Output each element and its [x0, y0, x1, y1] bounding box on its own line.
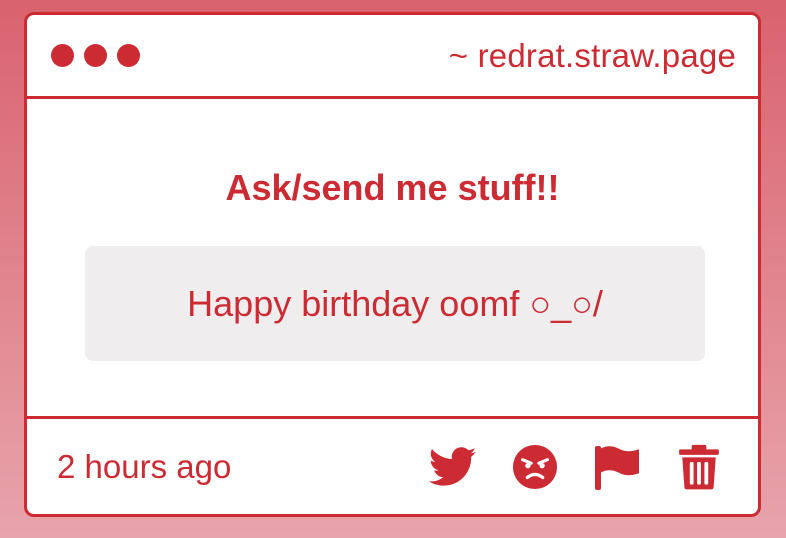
timestamp: 2 hours ago [57, 447, 232, 485]
message-text: Happy birthday oomf ○_○/ [187, 282, 603, 324]
title-bar: ~ redrat.straw.page [27, 15, 758, 99]
window-dot [51, 44, 74, 67]
window-dot [84, 44, 107, 67]
message-card: ~ redrat.straw.page Ask/send me stuff!! … [24, 12, 761, 517]
angry-face-icon [512, 444, 558, 489]
message-content: Ask/send me stuff!! Happy birthday oomf … [27, 99, 758, 419]
window-dot [117, 44, 140, 67]
trash-icon [679, 444, 719, 489]
report-flag-button[interactable] [592, 442, 642, 492]
window-dots [51, 44, 140, 67]
action-bar [428, 442, 724, 492]
page-url[interactable]: ~ redrat.straw.page [449, 37, 736, 75]
message-box: Happy birthday oomf ○_○/ [85, 246, 705, 361]
card-footer: 2 hours ago [27, 419, 758, 514]
flag-icon [595, 445, 639, 490]
share-twitter-button[interactable] [428, 442, 478, 492]
react-angry-button[interactable] [510, 442, 560, 492]
page-title: Ask/send me stuff!! [225, 167, 560, 208]
delete-button[interactable] [674, 442, 724, 492]
twitter-icon [429, 446, 477, 486]
